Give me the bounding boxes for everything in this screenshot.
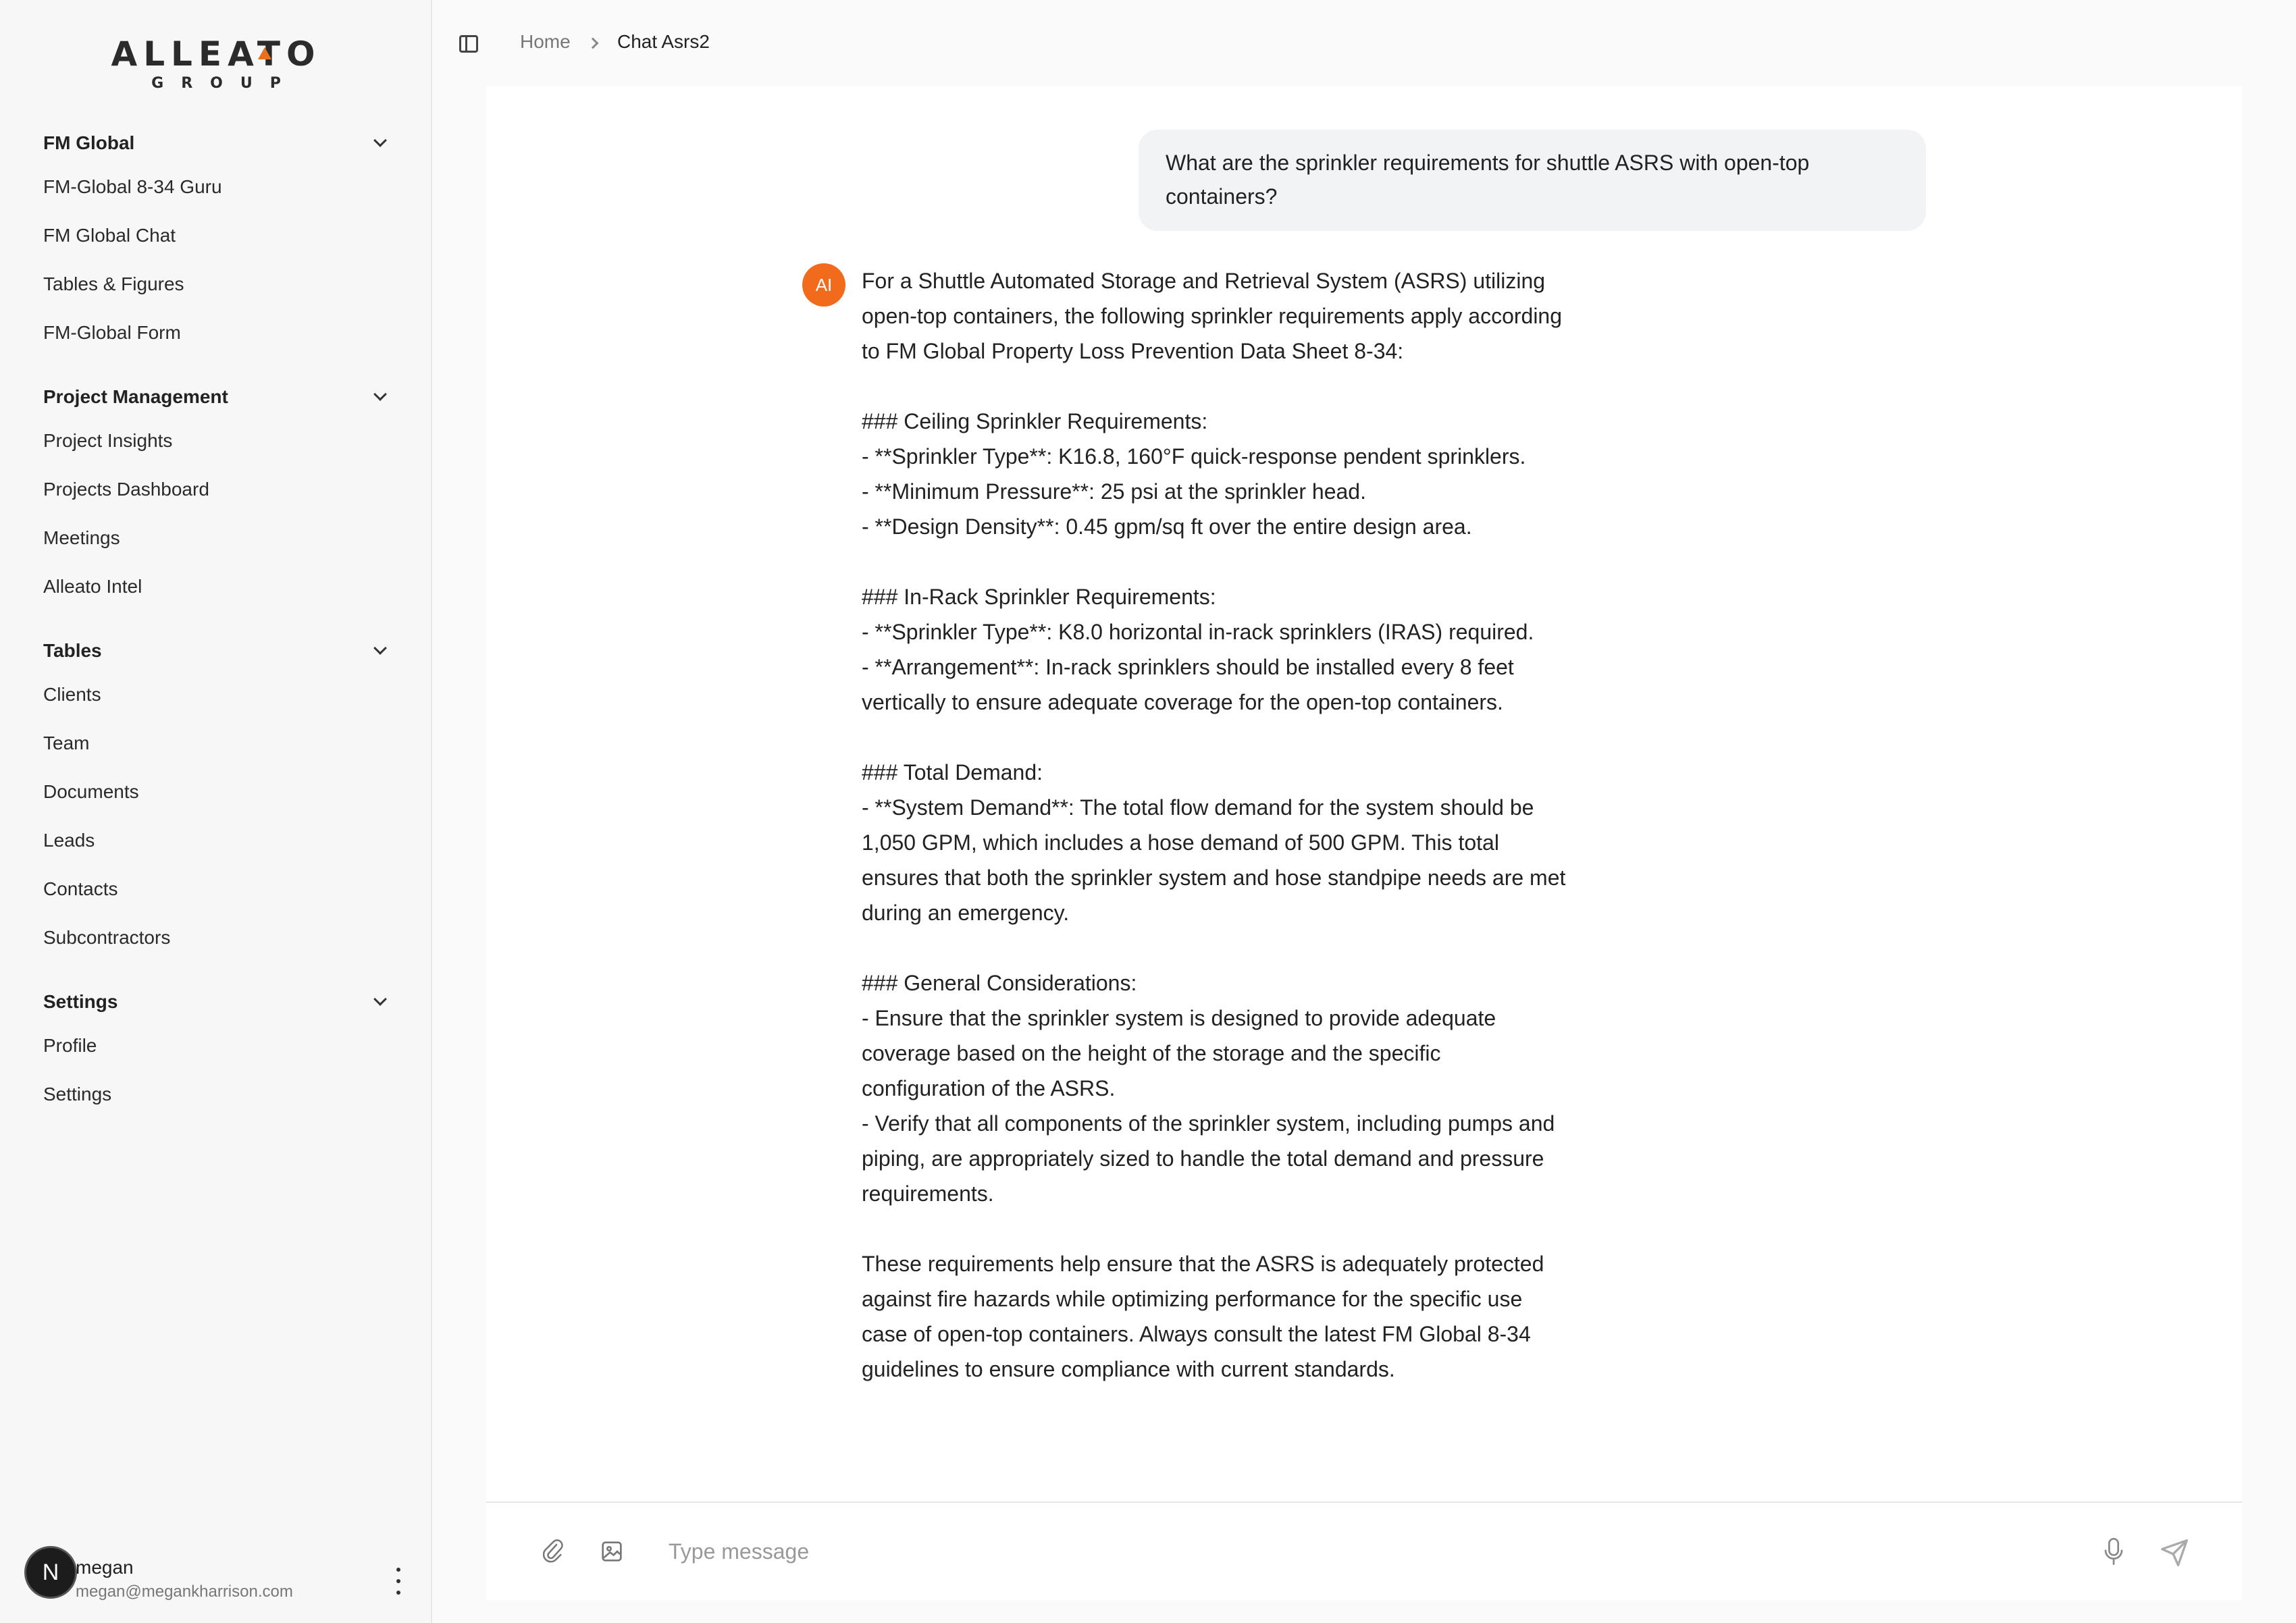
breadcrumb-current: Chat Asrs2 [617,31,710,52]
breadcrumb-home[interactable]: Home [520,31,571,53]
sidebar-item-fm-global-guru[interactable]: FM-Global 8-34 Guru [43,167,394,207]
main-frame-left [432,86,486,1623]
brand-logo[interactable]: ALLEATO GROUP [101,34,331,101]
group-title: FM Global [43,132,135,153]
sidebar-item-team[interactable]: Team [43,723,394,764]
group-title: Project Management [43,386,228,407]
sidebar-toggle-icon[interactable] [459,35,478,53]
main-frame-bottom [432,1600,2296,1623]
sidebar-item-projects-dashboard[interactable]: Projects Dashboard [43,469,394,510]
sidebar-item-settings[interactable]: Settings [43,1074,394,1115]
sidebar-item-alleato-intel[interactable]: Alleato Intel [43,566,394,607]
sidebar: ALLEATO GROUP FM Global FM-Global 8-34 G… [0,0,432,1623]
avatar[interactable]: N [24,1546,77,1599]
sidebar-item-profile[interactable]: Profile [43,1026,394,1066]
group-title: Settings [43,991,118,1012]
image-icon[interactable] [601,1541,623,1562]
main-frame-right [2242,0,2296,1623]
sidebar-item-leads[interactable]: Leads [43,820,394,861]
sidebar-item-project-insights[interactable]: Project Insights [43,421,394,461]
send-icon[interactable] [2160,1538,2189,1568]
brand-subtitle: GROUP [151,75,298,92]
user-message: What are the sprinkler requirements for … [1139,130,1926,231]
group-header-tables[interactable]: Tables [43,636,394,666]
group-header-settings[interactable]: Settings [43,987,394,1017]
group-header-project-management[interactable]: Project Management [43,382,394,412]
microphone-icon[interactable] [2103,1537,2124,1566]
message-input[interactable] [669,1533,2053,1570]
sidebar-item-fm-global-chat[interactable]: FM Global Chat [43,215,394,256]
sidebar-item-tables-figures[interactable]: Tables & Figures [43,264,394,304]
more-options-icon[interactable] [392,1568,405,1595]
sidebar-item-documents[interactable]: Documents [43,772,394,812]
sidebar-item-clients[interactable]: Clients [43,674,394,715]
group-title: Tables [43,640,102,661]
chevron-down-icon [373,641,387,655]
chevron-down-icon [373,134,387,147]
ai-avatar: AI [802,263,845,307]
brand-accent-mark [258,47,271,59]
brand-name: ALLEATO [111,34,321,74]
chevron-down-icon [373,992,387,1006]
paperclip-icon[interactable] [543,1538,563,1565]
user-email: megan@megankharrison.com [76,1582,293,1601]
sidebar-item-meetings[interactable]: Meetings [43,518,394,558]
sidebar-item-fm-global-form[interactable]: FM-Global Form [43,313,394,353]
ai-message: For a Shuttle Automated Storage and Retr… [862,269,1566,1381]
chevron-down-icon [373,388,387,401]
sidebar-item-contacts[interactable]: Contacts [43,869,394,909]
group-header-fm-global[interactable]: FM Global [43,128,394,158]
sidebar-item-subcontractors[interactable]: Subcontractors [43,917,394,958]
user-name: megan [76,1557,134,1578]
